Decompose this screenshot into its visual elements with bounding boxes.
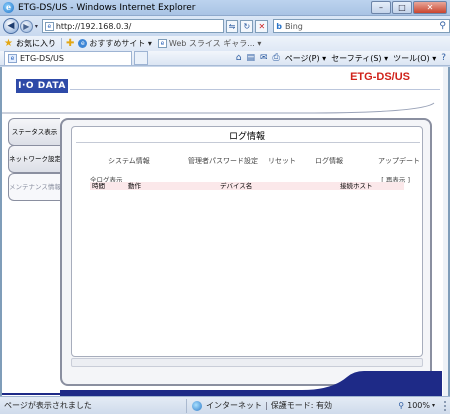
page-icon: e	[44, 21, 54, 31]
safety-menu[interactable]: セーフティ(S) ▾	[331, 53, 388, 64]
divider: |	[265, 401, 268, 410]
window-title: ETG-DS/US - Windows Internet Explorer	[18, 2, 196, 13]
sidebar-item-maintenance[interactable]: メンテナンス情報	[8, 173, 61, 201]
column-header-host: 接続ホスト	[340, 182, 373, 190]
log-info-panel: ログ情報 システム情報 管理者パスワード設定 リセット ログ情報 アップデート …	[71, 126, 423, 357]
search-input[interactable]: b Bing ⚲	[273, 19, 450, 33]
back-button[interactable]: ◀	[3, 18, 19, 34]
compatibility-view-button[interactable]: ⇋	[225, 19, 239, 33]
tab-system-info[interactable]: システム情報	[108, 156, 150, 166]
column-header-time: 時間	[92, 182, 105, 190]
title-divider	[76, 142, 420, 143]
product-name: ETG-DS/US	[350, 71, 410, 83]
column-header-action: 動作	[128, 182, 141, 190]
feeds-icon[interactable]: ▤	[246, 53, 255, 63]
header-rule	[70, 89, 440, 90]
sidebar-item-status[interactable]: ステータス表示	[8, 118, 60, 146]
url-input[interactable]: e http://192.168.0.3/	[41, 19, 224, 33]
ie-logo-icon: e	[3, 2, 14, 13]
home-icon[interactable]: ⌂	[236, 53, 242, 63]
add-favorite-icon[interactable]: ✚	[66, 38, 74, 49]
refresh-button[interactable]: ↻	[240, 19, 254, 33]
maintenance-tabs: システム情報 管理者パスワード設定 リセット ログ情報 アップデート	[72, 156, 422, 166]
favorites-button[interactable]: お気に入り	[16, 38, 56, 49]
address-bar: ◀ ▶ ▾ e http://192.168.0.3/ ⇋ ↻ ✕ b Bing…	[0, 16, 450, 36]
search-icon[interactable]: ⚲	[439, 21, 446, 31]
maximize-button[interactable]: □	[392, 1, 412, 14]
minimize-button[interactable]: –	[371, 1, 391, 14]
new-tab-button[interactable]	[134, 51, 148, 65]
bing-icon: b	[276, 21, 283, 31]
resize-grip[interactable]	[438, 400, 446, 411]
zone-label: インターネット	[206, 401, 262, 410]
status-text: ページが表示されました	[4, 401, 92, 410]
protected-mode-label: 保護モード: 有効	[270, 401, 332, 410]
mail-icon[interactable]: ✉	[260, 53, 268, 63]
scrollbar-gutter	[443, 67, 448, 396]
tab-log-info[interactable]: ログ情報	[315, 156, 343, 166]
print-icon[interactable]: ⎙	[273, 53, 280, 63]
status-bar: ページが表示されました インターネット | 保護モード: 有効 ⚲ 100% ▾	[0, 396, 450, 414]
log-table-header: 時間 動作 デバイス名 接続ホスト	[90, 182, 404, 190]
stop-button[interactable]: ✕	[255, 19, 269, 33]
globe-icon	[192, 400, 202, 411]
suggested-sites-link[interactable]: おすすめサイト ▾	[89, 38, 152, 49]
brand-logo: I·O DATA	[16, 79, 68, 93]
divider	[60, 38, 62, 49]
tab-admin-password[interactable]: 管理者パスワード設定	[188, 156, 258, 166]
tab-reset[interactable]: リセット	[268, 156, 296, 166]
url-text: http://192.168.0.3/	[55, 21, 132, 31]
search-engine-label: Bing	[285, 21, 303, 31]
chevron-down-icon: ▾	[431, 402, 435, 409]
command-bar: e ETG-DS/US ⌂ ▤ ✉ ⎙ ページ(P) ▾ セーフティ(S) ▾ …	[0, 51, 450, 66]
sidebar-item-network[interactable]: ネットワーク設定	[8, 145, 61, 173]
forward-button[interactable]: ▶	[19, 19, 33, 33]
tab-update[interactable]: アップデート	[378, 156, 420, 166]
window-title-bar: e ETG-DS/US - Windows Internet Explorer …	[0, 0, 450, 16]
sidebar-item-label: ネットワーク設定	[9, 155, 61, 163]
window-controls: – □ ✕	[370, 1, 447, 14]
web-slice-gallery-link[interactable]: Web スライス ギャラ... ▾	[169, 38, 261, 49]
suggested-sites-icon: e	[78, 39, 88, 48]
tools-menu[interactable]: ツール(O) ▾	[393, 53, 436, 64]
tab-page-icon: e	[8, 54, 17, 63]
tab-title: ETG-DS/US	[20, 54, 64, 63]
web-slice-icon: e	[157, 39, 167, 48]
close-button[interactable]: ✕	[413, 1, 447, 14]
zoom-icon: ⚲	[398, 401, 405, 410]
zoom-level: 100%	[407, 401, 430, 410]
help-icon[interactable]: ?	[441, 53, 446, 63]
favorites-bar: ★ お気に入り ✚ e おすすめサイト ▾ e Web スライス ギャラ... …	[0, 36, 450, 51]
browser-tab[interactable]: e ETG-DS/US	[4, 51, 132, 65]
column-header-device-name: デバイス名	[220, 182, 253, 190]
sidebar-item-label: メンテナンス情報	[9, 183, 61, 191]
page-menu[interactable]: ページ(P) ▾	[285, 53, 326, 64]
security-zone[interactable]: インターネット | 保護モード: 有効	[186, 398, 332, 413]
recent-pages-dropdown-icon[interactable]: ▾	[35, 23, 38, 30]
header-curve-decoration	[2, 102, 435, 114]
page-header: I·O DATA ETG-DS/US	[2, 67, 442, 114]
main-panel: ログ情報 システム情報 管理者パスワード設定 リセット ログ情報 アップデート …	[60, 118, 432, 386]
page-content: I·O DATA ETG-DS/US ステータス表示 ネットワーク設定 メンテナ…	[0, 67, 450, 396]
zoom-control[interactable]: ⚲ 100% ▾	[398, 400, 446, 411]
sidebar-item-label: ステータス表示	[11, 128, 58, 136]
page-title: ログ情報	[228, 132, 265, 142]
footer-swoosh-decoration	[2, 371, 442, 396]
command-buttons: ⌂ ▤ ✉ ⎙ ページ(P) ▾ セーフティ(S) ▾ ツール(O) ▾ ?	[231, 53, 446, 64]
favorites-star-icon[interactable]: ★	[4, 38, 13, 49]
